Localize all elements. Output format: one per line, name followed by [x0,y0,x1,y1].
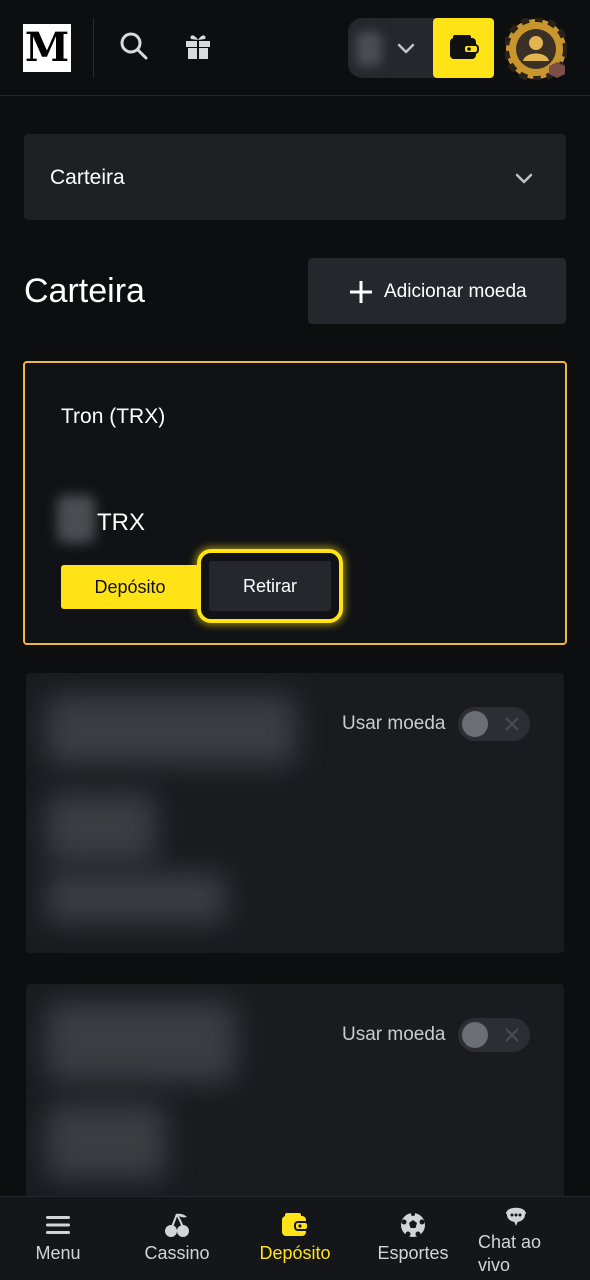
soccer-ball-icon [401,1212,425,1237]
chevron-down-icon [512,166,536,190]
use-currency-label: Usar moeda [342,1024,446,1045]
coin-ticker: TRX [97,509,145,536]
use-currency-toggle[interactable] [458,707,530,741]
coin-name: Tron (TRX) [61,405,166,428]
balance-amount-hidden [356,32,382,66]
site-logo[interactable]: M [23,24,71,72]
page-title: Carteira [24,272,145,310]
nav-item-sports[interactable]: Esportes [362,1197,464,1280]
coin-info-hidden [46,1002,236,1082]
chevron-down-icon [394,36,418,60]
withdraw-highlight: Retirar [197,549,343,623]
cherries-icon [165,1213,189,1237]
coin-info-hidden [46,873,226,923]
top-header: M [0,0,590,96]
wallet-icon [450,35,479,59]
withdraw-button[interactable]: Retirar [209,561,331,611]
add-currency-label: Adicionar moeda [384,281,527,302]
nav-item-menu[interactable]: Menu [8,1197,108,1280]
section-dropdown[interactable]: Carteira [24,134,566,220]
dropdown-selected-label: Carteira [50,166,125,189]
search-icon[interactable] [118,30,150,62]
deposit-button[interactable]: Depósito [61,565,199,609]
close-icon [505,1028,519,1042]
nav-label: Esportes [377,1243,449,1263]
coin-info-hidden [46,695,296,765]
coin-info-hidden [46,1104,166,1179]
nav-label: Depósito [259,1243,331,1263]
coin-card: Usar moeda [26,984,564,1214]
toggle-knob [462,1022,488,1048]
bottom-nav: Menu Cassino Depósito Esportes Chat ao v… [0,1196,590,1280]
add-currency-button[interactable]: Adicionar moeda [308,258,566,324]
nav-label: Chat ao vivo [478,1232,542,1275]
chat-support-icon [506,1207,526,1226]
menu-icon [46,1216,70,1234]
nav-item-casino[interactable]: Cassino [126,1197,228,1280]
use-currency-label: Usar moeda [342,713,446,734]
selected-currency-card: Tron (TRX) TRX Depósito Retirar [23,361,567,645]
coin-card: Usar moeda [26,673,564,953]
use-currency-toggle[interactable] [458,1018,530,1052]
coin-balance-hidden [57,495,95,543]
nav-item-live-chat[interactable]: Chat ao vivo [470,1197,560,1280]
close-icon [505,717,519,731]
wallet-button[interactable] [433,18,494,78]
gift-icon[interactable] [182,30,214,62]
header-divider [93,18,94,78]
coin-info-hidden [46,793,156,863]
nav-item-deposit[interactable]: Depósito [244,1197,346,1280]
nav-label: Cassino [144,1243,210,1263]
wallet-icon [282,1213,309,1236]
toggle-knob [462,711,488,737]
avatar[interactable] [503,16,569,82]
plus-icon [348,279,374,305]
nav-label: Menu [35,1243,81,1263]
